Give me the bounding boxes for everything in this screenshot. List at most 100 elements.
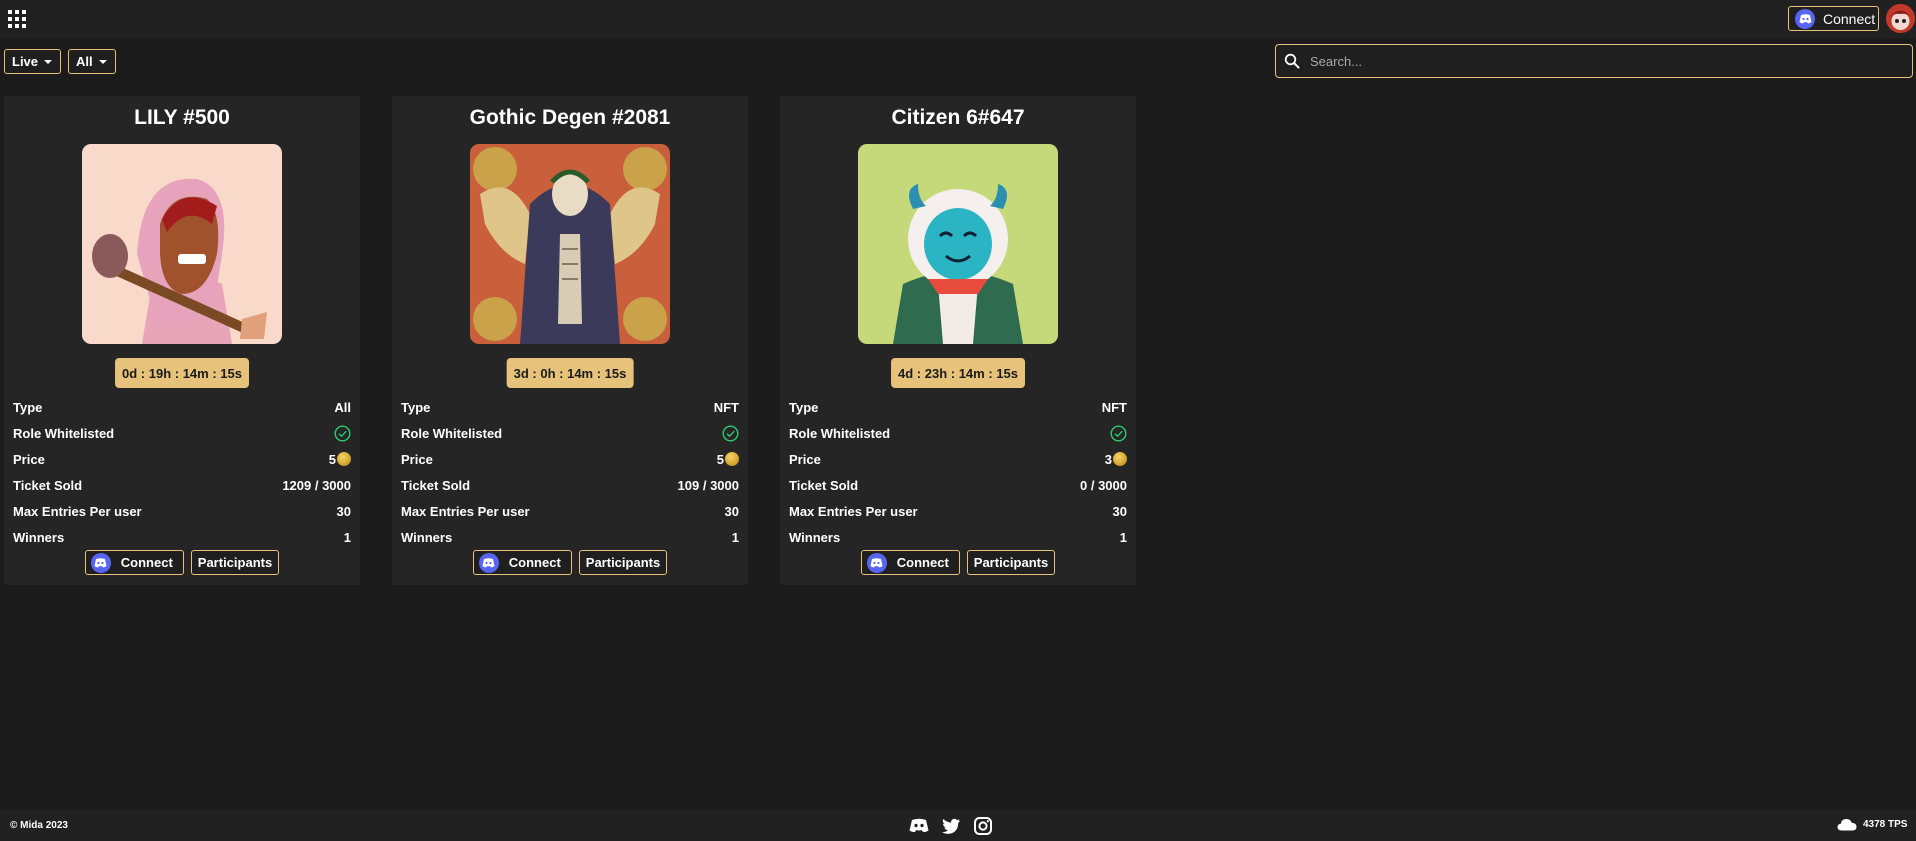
detail-row-max-entries: Max Entries Per user 30	[401, 498, 739, 524]
header-connect-button[interactable]: Connect	[1788, 6, 1879, 31]
type-label: Type	[13, 399, 43, 415]
countdown-timer: 0d : 19h : 14m : 15s	[115, 358, 249, 388]
countdown-timer: 4d : 23h : 14m : 15s	[891, 358, 1025, 388]
instagram-icon[interactable]	[973, 816, 993, 836]
caret-down-icon	[98, 59, 107, 64]
filters-bar: Live All	[4, 49, 116, 74]
card-details: Type NFT Role Whitelisted Price 5 Ticket…	[401, 394, 739, 550]
detail-row-price: Price 5	[13, 446, 351, 472]
connect-label: Connect	[508, 555, 561, 570]
price-label: Price	[13, 451, 45, 467]
winners-label: Winners	[401, 529, 453, 545]
detail-row-price: Price 3	[789, 446, 1127, 472]
card-details: Type NFT Role Whitelisted Price 3 Ticket…	[789, 394, 1127, 550]
avatar[interactable]	[1886, 4, 1915, 33]
connect-button[interactable]: Connect	[84, 550, 184, 575]
price-value: 5	[716, 451, 724, 467]
status-filter-dropdown[interactable]: Live	[4, 49, 62, 74]
ticket-sold-value: 0 / 3000	[1080, 477, 1127, 493]
tps-value: 4378 TPS	[1863, 819, 1908, 830]
detail-row-max-entries: Max Entries Per user 30	[13, 498, 351, 524]
raffle-card: Gothic Degen #2081 3d : 0h : 14m : 15s T…	[392, 96, 748, 585]
type-filter-label: All	[76, 54, 93, 69]
search-icon	[1284, 53, 1300, 69]
winners-label: Winners	[13, 529, 65, 545]
caret-down-icon	[44, 59, 53, 64]
max-entries-label: Max Entries Per user	[789, 503, 918, 519]
discord-icon	[1795, 8, 1815, 29]
status-filter-label: Live	[12, 54, 39, 69]
price-label: Price	[789, 451, 821, 467]
price-value: 5	[328, 451, 336, 467]
copyright-text: © Mida 2023	[10, 820, 68, 831]
type-value: NFT	[1101, 399, 1127, 415]
raffle-card: Citizen 6#647 4d : 23h : 14m : 15s Type …	[780, 96, 1136, 585]
participants-button[interactable]: Participants	[190, 550, 280, 575]
winners-label: Winners	[789, 529, 841, 545]
connect-label: Connect	[120, 555, 173, 570]
detail-row-type: Type NFT	[401, 394, 739, 420]
coin-icon	[337, 452, 351, 466]
max-entries-label: Max Entries Per user	[13, 503, 142, 519]
card-title: LILY #500	[134, 106, 230, 129]
ticket-sold-label: Ticket Sold	[789, 477, 859, 493]
card-actions: Connect Participants	[4, 550, 360, 575]
card-details: Type All Role Whitelisted Price 5 Ticket…	[13, 394, 351, 550]
type-label: Type	[401, 399, 431, 415]
nft-image[interactable]	[858, 144, 1058, 344]
ticket-sold-label: Ticket Sold	[401, 477, 471, 493]
detail-row-winners: Winners 1	[13, 524, 351, 550]
participants-button[interactable]: Participants	[966, 550, 1056, 575]
price-label: Price	[401, 451, 433, 467]
ticket-sold-value: 1209 / 3000	[282, 477, 351, 493]
apps-grid-icon[interactable]	[7, 9, 27, 29]
search-bar	[1275, 44, 1913, 78]
role-whitelisted-label: Role Whitelisted	[401, 425, 503, 441]
check-circle-icon	[1110, 424, 1127, 442]
nft-image[interactable]	[470, 144, 670, 344]
twitter-icon[interactable]	[941, 816, 961, 836]
header-connect-label: Connect	[1823, 10, 1876, 27]
participants-button[interactable]: Participants	[578, 550, 668, 575]
type-filter-dropdown[interactable]: All	[68, 49, 116, 74]
discord-icon	[478, 552, 499, 573]
discord-icon[interactable]	[909, 816, 929, 836]
tps-indicator: 4378 TPS	[1837, 818, 1907, 831]
winners-value: 1	[731, 529, 739, 545]
connect-label: Connect	[896, 555, 949, 570]
role-whitelisted-label: Role Whitelisted	[13, 425, 115, 441]
role-whitelisted-label: Role Whitelisted	[789, 425, 891, 441]
nft-image[interactable]	[82, 144, 282, 344]
search-input[interactable]	[1300, 45, 1912, 77]
card-actions: Connect Participants	[392, 550, 748, 575]
price-value: 3	[1104, 451, 1112, 467]
type-label: Type	[789, 399, 819, 415]
detail-row-price: Price 5	[401, 446, 739, 472]
detail-row-winners: Winners 1	[789, 524, 1127, 550]
winners-value: 1	[1119, 529, 1127, 545]
coin-icon	[725, 452, 739, 466]
participants-label: Participants	[585, 555, 661, 570]
detail-row-role-whitelisted: Role Whitelisted	[789, 420, 1127, 446]
detail-row-type: Type NFT	[789, 394, 1127, 420]
footer: © Mida 2023 4378 TPS	[0, 810, 1916, 841]
detail-row-role-whitelisted: Role Whitelisted	[401, 420, 739, 446]
connect-button[interactable]: Connect	[472, 550, 572, 575]
connect-button[interactable]: Connect	[860, 550, 960, 575]
max-entries-value: 30	[724, 503, 739, 519]
winners-value: 1	[343, 529, 351, 545]
detail-row-max-entries: Max Entries Per user 30	[789, 498, 1127, 524]
card-title: Citizen 6#647	[891, 106, 1025, 129]
participants-label: Participants	[973, 555, 1049, 570]
price-value-group: 5	[717, 452, 739, 467]
price-value-group: 5	[329, 452, 351, 467]
cloud-icon	[1837, 819, 1857, 831]
ticket-sold-label: Ticket Sold	[13, 477, 83, 493]
coin-icon	[1113, 452, 1127, 466]
type-value: All	[334, 399, 351, 415]
check-circle-icon	[334, 424, 351, 442]
detail-row-role-whitelisted: Role Whitelisted	[13, 420, 351, 446]
type-value: NFT	[713, 399, 739, 415]
participants-label: Participants	[197, 555, 273, 570]
price-value-group: 3	[1105, 452, 1127, 467]
